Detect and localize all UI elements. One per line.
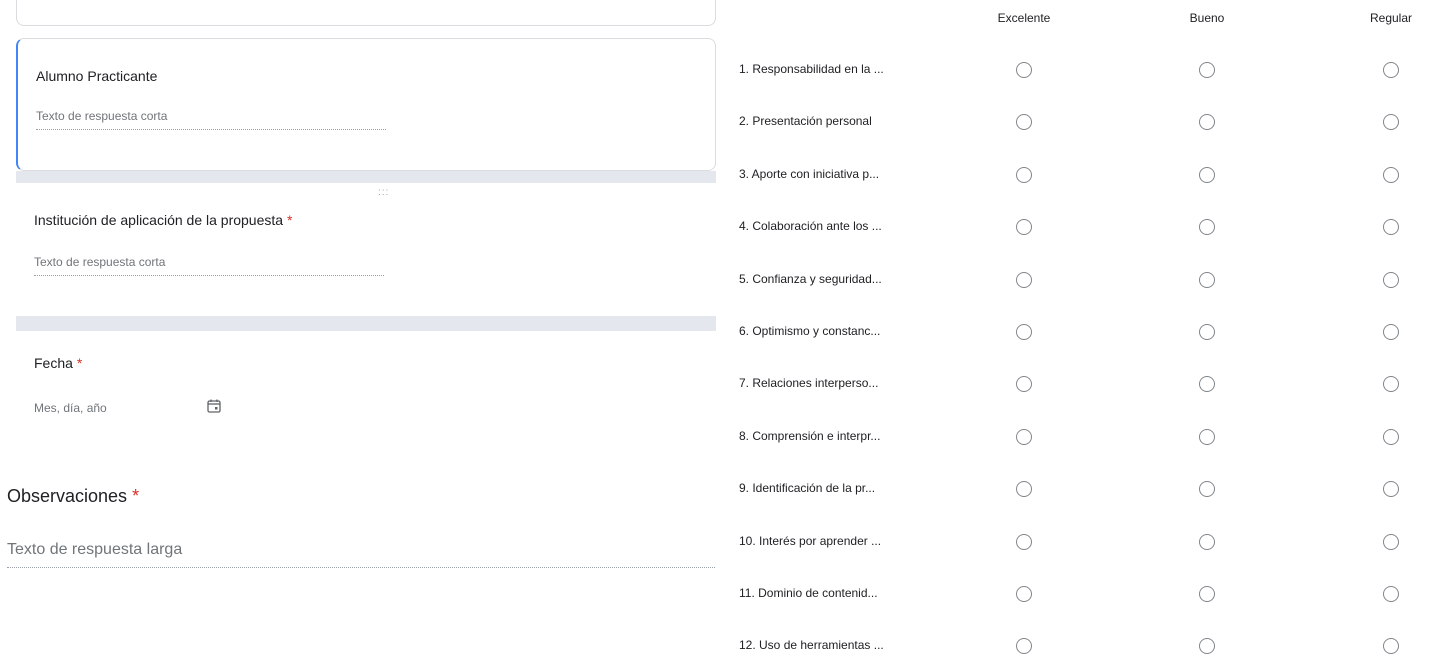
drag-handle-icon[interactable]: ::: <box>378 187 389 198</box>
radio-regular-row-7[interactable] <box>1383 376 1399 393</box>
question-title: Alumno Practicante <box>36 68 158 84</box>
radio-bueno-row-7[interactable] <box>1199 376 1215 393</box>
required-asterisk: * <box>76 355 83 371</box>
radio-excelente-row-10[interactable] <box>1016 533 1032 550</box>
radio-bueno-row-6[interactable] <box>1199 324 1215 340</box>
choice-grid: Excelente Bueno Regular 1. Responsabilid… <box>716 0 1429 662</box>
radio-bueno-row-2[interactable] <box>1199 114 1215 131</box>
radio-bueno-row-1[interactable] <box>1199 62 1215 78</box>
radio-regular-row-11[interactable] <box>1383 586 1399 602</box>
radio-regular-row-5[interactable] <box>1383 271 1399 288</box>
radio-excelente-row-12[interactable] <box>1016 638 1032 655</box>
radio-regular-row-3[interactable] <box>1383 166 1399 183</box>
grid-row-label: 5. Confianza y seguridad... <box>739 271 882 286</box>
grid-row-label: 12. Uso de herramientas ... <box>739 638 884 653</box>
radio-bueno-row-11[interactable] <box>1199 586 1215 602</box>
radio-excelente-row-8[interactable] <box>1016 428 1032 445</box>
calendar-icon[interactable] <box>207 399 221 413</box>
radio-bueno-row-10[interactable] <box>1199 533 1215 550</box>
grid-row-label: 1. Responsabilidad en la ... <box>739 62 884 76</box>
question-title-observaciones: Observaciones * <box>7 486 140 506</box>
grid-row-label: 3. Aporte con iniciativa p... <box>739 166 880 181</box>
radio-regular-row-2[interactable] <box>1383 114 1399 131</box>
radio-bueno-row-3[interactable] <box>1199 166 1215 183</box>
radio-bueno-row-12[interactable] <box>1199 638 1215 655</box>
required-asterisk: * <box>286 212 293 228</box>
grid-row-label: 9. Identificación de la pr... <box>739 481 876 496</box>
radio-excelente-row-1[interactable] <box>1016 62 1032 78</box>
question-title-institucion: Institución de aplicación de la propuest… <box>34 212 293 228</box>
radio-regular-row-8[interactable] <box>1383 428 1399 445</box>
radio-excelente-row-2[interactable] <box>1016 114 1032 131</box>
radio-bueno-row-5[interactable] <box>1199 271 1215 288</box>
radio-regular-row-9[interactable] <box>1383 481 1399 498</box>
radio-regular-row-12[interactable] <box>1383 638 1399 655</box>
column-header-bueno: Bueno <box>1189 11 1225 25</box>
radio-regular-row-6[interactable] <box>1383 324 1399 340</box>
grid-row-label: 8. Comprensión e interpr... <box>739 428 881 443</box>
form-editor-column: Alumno Practicante Texto de respuesta co… <box>0 0 716 662</box>
grid-row-label: 4. Colaboración ante los ... <box>739 219 882 234</box>
column-header-excelente: Excelente <box>997 11 1051 25</box>
required-asterisk: * <box>132 486 140 506</box>
radio-regular-row-4[interactable] <box>1383 219 1399 236</box>
card-separator <box>16 171 716 183</box>
radio-excelente-row-7[interactable] <box>1016 376 1032 393</box>
radio-bueno-row-9[interactable] <box>1199 481 1215 498</box>
short-answer-field[interactable]: Texto de respuesta corta <box>36 109 386 130</box>
card-separator <box>16 316 716 331</box>
grid-row-label: 11. Dominio de contenid... <box>739 586 878 600</box>
radio-excelente-row-4[interactable] <box>1016 219 1032 236</box>
column-header-regular: Regular <box>1369 11 1413 25</box>
radio-regular-row-10[interactable] <box>1383 533 1399 550</box>
grid-row-label: 7. Relaciones interperso... <box>739 376 879 391</box>
grid-row-label: 10. Interés por aprender ... <box>739 533 882 548</box>
previous-question-card[interactable] <box>16 0 716 26</box>
short-answer-field[interactable]: Texto de respuesta corta <box>34 255 384 276</box>
radio-bueno-row-4[interactable] <box>1199 219 1215 236</box>
radio-excelente-row-11[interactable] <box>1016 586 1032 602</box>
radio-excelente-row-9[interactable] <box>1016 481 1032 498</box>
question-card-alumno[interactable]: Alumno Practicante Texto de respuesta co… <box>16 38 716 171</box>
radio-regular-row-1[interactable] <box>1383 62 1399 78</box>
question-title-fecha: Fecha * <box>34 355 83 371</box>
grid-row-label: 2. Presentación personal <box>739 114 872 129</box>
radio-excelente-row-3[interactable] <box>1016 166 1032 183</box>
grid-row-label: 6. Optimismo y constanc... <box>739 324 881 338</box>
date-field[interactable]: Mes, día, año <box>34 401 107 415</box>
radio-excelente-row-5[interactable] <box>1016 271 1032 288</box>
long-answer-field[interactable]: Texto de respuesta larga <box>7 541 715 568</box>
radio-excelente-row-6[interactable] <box>1016 324 1032 340</box>
radio-bueno-row-8[interactable] <box>1199 428 1215 445</box>
